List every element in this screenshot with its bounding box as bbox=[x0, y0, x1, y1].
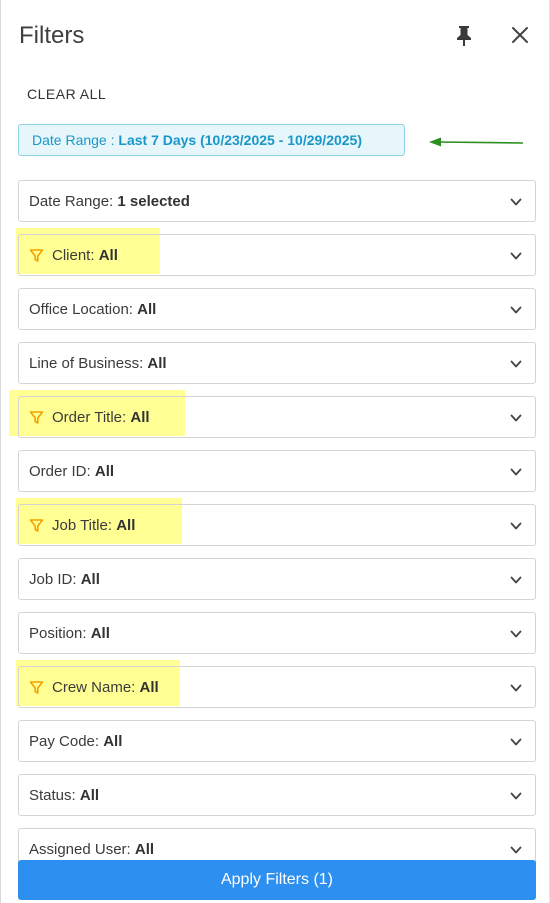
chevron-down-icon bbox=[510, 576, 522, 584]
chevron-down-icon bbox=[510, 738, 522, 746]
chevron-down-icon bbox=[510, 522, 522, 530]
filter-funnel-icon bbox=[29, 411, 44, 424]
filter-value: All bbox=[79, 787, 100, 804]
filters-panel: Filters CLEAR ALL Date Range : Last 7 Da… bbox=[0, 0, 550, 903]
filter-funnel-icon bbox=[29, 249, 44, 262]
filter-label: Order ID: All bbox=[29, 463, 115, 480]
filter-row[interactable]: Office Location: All bbox=[18, 288, 536, 330]
pin-icon[interactable] bbox=[453, 24, 475, 48]
chip-value: Last 7 Days (10/23/2025 - 10/29/2025) bbox=[118, 132, 363, 148]
filter-row[interactable]: Client: All bbox=[18, 234, 536, 276]
filter-value: All bbox=[103, 733, 123, 750]
clear-all-button[interactable]: CLEAR ALL bbox=[27, 86, 106, 102]
filter-value: All bbox=[94, 463, 115, 480]
filter-label: Assigned User: All bbox=[29, 841, 155, 858]
filter-value: All bbox=[137, 301, 157, 318]
chevron-down-icon bbox=[510, 306, 522, 314]
chevron-down-icon bbox=[510, 360, 522, 368]
filter-row[interactable]: Pay Code: All bbox=[18, 720, 536, 762]
filter-label: Job ID: All bbox=[29, 571, 100, 588]
filter-row[interactable]: Date Range: 1 selected bbox=[18, 180, 536, 222]
filter-label: Order Title: All bbox=[52, 409, 150, 426]
panel-title: Filters bbox=[19, 22, 85, 49]
filter-label: Pay Code: All bbox=[29, 733, 123, 750]
filter-label: Date Range: 1 selected bbox=[29, 193, 190, 210]
filter-row[interactable]: Position: All bbox=[18, 612, 536, 654]
filter-value: All bbox=[98, 247, 118, 264]
chevron-down-icon bbox=[510, 684, 522, 692]
chip-label: Date Range : bbox=[32, 132, 119, 148]
annotation-arrow-icon bbox=[429, 137, 524, 147]
filter-row[interactable]: Order ID: All bbox=[18, 450, 536, 492]
chevron-down-icon bbox=[510, 414, 522, 422]
filter-row[interactable]: Crew Name: All bbox=[18, 666, 536, 708]
filter-label: Line of Business: All bbox=[29, 355, 167, 372]
apply-filters-button[interactable]: Apply Filters (1) bbox=[18, 860, 536, 900]
filter-funnel-icon bbox=[29, 519, 44, 532]
filter-row[interactable]: Job ID: All bbox=[18, 558, 536, 600]
filter-row[interactable]: Order Title: All bbox=[18, 396, 536, 438]
date-range-chip[interactable]: Date Range : Last 7 Days (10/23/2025 - 1… bbox=[18, 124, 405, 156]
close-icon[interactable] bbox=[509, 24, 531, 46]
filter-value: 1 selected bbox=[117, 193, 190, 210]
filter-label: Position: All bbox=[29, 625, 110, 642]
filter-label: Office Location: All bbox=[29, 301, 157, 318]
filter-funnel-icon bbox=[29, 681, 44, 694]
filter-row[interactable]: Status: All bbox=[18, 774, 536, 816]
filter-label: Client: All bbox=[52, 247, 118, 264]
filter-row[interactable]: Job Title: All bbox=[18, 504, 536, 546]
chevron-down-icon bbox=[510, 792, 522, 800]
filter-label: Job Title: All bbox=[52, 517, 136, 534]
filter-label: Status: All bbox=[29, 787, 100, 804]
filter-label: Crew Name: All bbox=[52, 679, 159, 696]
filter-value: All bbox=[116, 517, 136, 534]
filter-value: All bbox=[80, 571, 100, 588]
filter-row[interactable]: Line of Business: All bbox=[18, 342, 536, 384]
filter-value: All bbox=[139, 679, 159, 696]
chevron-down-icon bbox=[510, 846, 522, 854]
filter-value: All bbox=[134, 841, 155, 858]
chevron-down-icon bbox=[510, 252, 522, 260]
filter-value: All bbox=[147, 355, 167, 372]
filter-value: All bbox=[90, 625, 110, 642]
filter-value: All bbox=[130, 409, 150, 426]
chevron-down-icon bbox=[510, 630, 522, 638]
chevron-down-icon bbox=[510, 198, 522, 206]
chevron-down-icon bbox=[510, 468, 522, 476]
